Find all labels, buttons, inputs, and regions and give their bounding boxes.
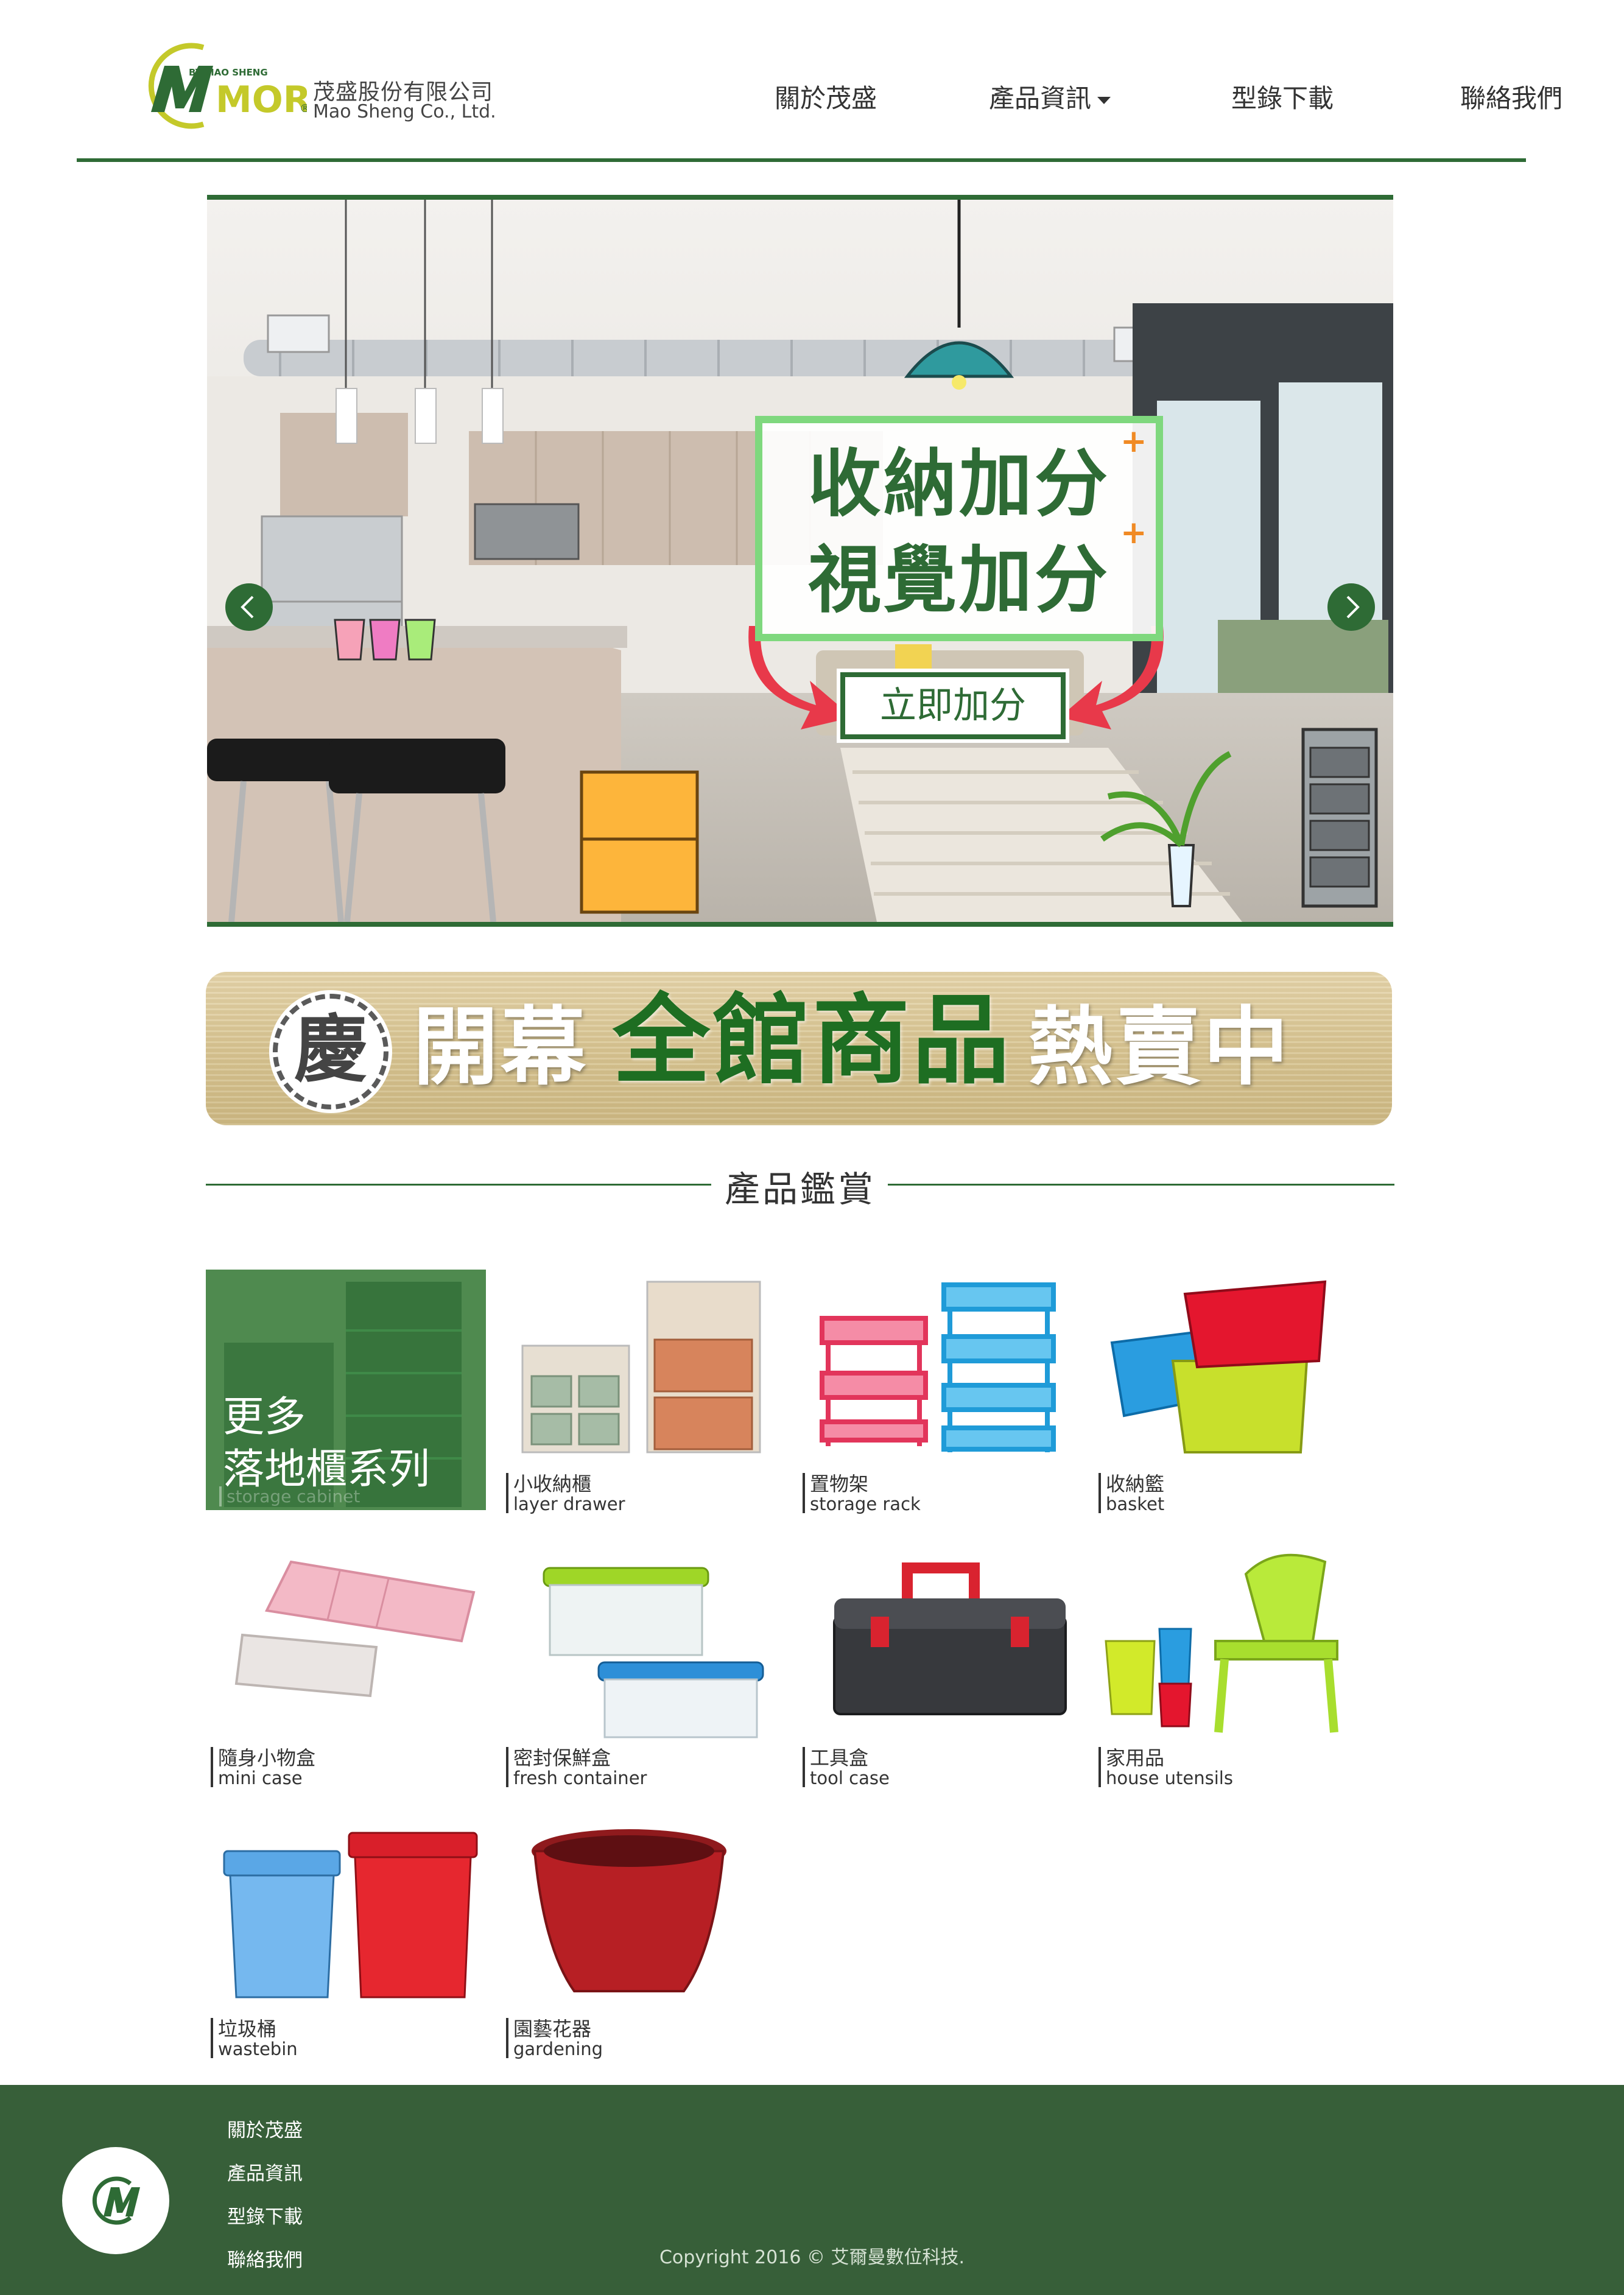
product-label: 密封保鮮盒 fresh container [506, 1747, 647, 1787]
product-mini-case[interactable]: 隨身小物盒 mini case [206, 1544, 486, 1787]
promo-banner[interactable]: 慶 開幕 全館商品 熱賣中 [206, 972, 1392, 1125]
house-utensils-image [1105, 1553, 1338, 1733]
plus-icon: + [1120, 423, 1147, 460]
nav-about[interactable]: 關於茂盛 [775, 78, 877, 115]
nav-contact[interactable]: 聯絡我們 [1460, 78, 1562, 115]
company-name-en: Mao Sheng Co., Ltd. [313, 101, 496, 122]
footer-link-catalog[interactable]: 型錄下載 [227, 2196, 303, 2239]
nav-products[interactable]: 產品資訊 [989, 78, 1111, 115]
product-name-cn: 置物架 [810, 1472, 869, 1495]
product-name-en: mini case [218, 1768, 303, 1788]
product-name-en: layer drawer [513, 1494, 625, 1514]
celebration-badge: 慶 [273, 994, 388, 1109]
logo-tag: BY MAO SHENG [189, 67, 268, 78]
mory-mark-icon [92, 2176, 140, 2225]
copyright-text: Copyright 2016 © 艾爾曼數位科技. [659, 2247, 965, 2268]
product-name-en: tool case [810, 1768, 890, 1788]
product-label: 隨身小物盒 mini case [211, 1747, 315, 1787]
hero-line-1: 收納加分 [808, 442, 1110, 527]
svg-text:®: ® [300, 102, 307, 115]
mory-logo-icon: MORY BY MAO SHENG ® [148, 43, 307, 129]
storage-rack-image [820, 1282, 1056, 1452]
product-name-cn: 家用品 [1106, 1746, 1165, 1770]
hero-slider: 收納加分 視覺加分 + + 立即加分 [207, 195, 1393, 927]
product-label: 工具盒 tool case [803, 1747, 890, 1787]
product-tool-case[interactable]: 工具盒 tool case [798, 1544, 1078, 1787]
slider-next-button[interactable] [1327, 583, 1375, 631]
product-label: 置物架 storage rack [803, 1473, 921, 1513]
product-name-en: gardening [513, 2039, 603, 2059]
featured-line-1: 更多 [223, 1393, 306, 1441]
cta-button[interactable]: 立即加分 [840, 672, 1066, 739]
product-name-en: storage rack [810, 1494, 921, 1514]
product-label: 家用品 house utensils [1098, 1747, 1233, 1787]
chevron-right-icon [1346, 596, 1360, 619]
section-title: 產品鑑賞 [712, 1169, 888, 1210]
mini-case-image [234, 1560, 476, 1698]
product-grid: 更多 落地櫃系列 storage cabinet 小收納櫃 layer draw… [206, 1270, 1394, 2061]
product-storage-rack[interactable]: 置物架 storage rack [798, 1270, 1078, 1513]
plus-icon: + [1120, 515, 1147, 551]
product-name-en: fresh container [513, 1768, 647, 1788]
product-name-cn: 垃圾桶 [218, 2017, 277, 2040]
product-label: 園藝花器 gardening [506, 2018, 603, 2058]
flower-pot-image [532, 1829, 726, 1992]
product-name-cn: 小收納櫃 [513, 1472, 592, 1495]
featured-faded-label: storage cabinet [219, 1486, 360, 1506]
featured-cabinet-card: 更多 落地櫃系列 storage cabinet [206, 1270, 486, 1510]
nav-products-label: 產品資訊 [989, 83, 1092, 113]
nav-catalog[interactable]: 型錄下載 [1231, 78, 1334, 115]
logo-word: MORY [216, 79, 307, 121]
hero-line-2: 視覺加分 [808, 538, 1110, 623]
footer-logo[interactable] [62, 2147, 169, 2254]
product-label: 收納籃 basket [1098, 1473, 1164, 1513]
product-layer-drawer[interactable]: 小收納櫃 layer drawer [501, 1270, 781, 1513]
product-name-cn: 隨身小物盒 [218, 1746, 316, 1770]
product-label: 垃圾桶 wastebin [211, 2018, 298, 2058]
product-name-en: basket [1106, 1494, 1165, 1514]
product-house-utensils[interactable]: 家用品 house utensils [1094, 1544, 1374, 1787]
product-name-cn: 工具盒 [810, 1746, 869, 1770]
section-header: 產品鑑賞 [206, 1157, 1394, 1212]
product-label: 小收納櫃 layer drawer [506, 1473, 625, 1513]
site-footer: 關於茂盛 產品資訊 型錄下載 聯絡我們 Copyright 2016 © 艾爾曼… [0, 2085, 1624, 2295]
product-basket[interactable]: 收納籃 basket [1094, 1270, 1374, 1513]
layer-drawer-image [521, 1281, 761, 1453]
product-name-en: house utensils [1106, 1768, 1233, 1788]
promo-text-open: 開幕 [413, 998, 589, 1097]
product-gardening[interactable]: 園藝花器 gardening [501, 1815, 781, 2058]
promo-text-hot-sale: 熱賣中 [1028, 998, 1292, 1097]
product-featured-cabinet[interactable]: 更多 落地櫃系列 storage cabinet [206, 1270, 486, 1513]
fresh-container-image [543, 1567, 764, 1738]
product-name-en: wastebin [218, 2039, 298, 2059]
site-header: MORY BY MAO SHENG ® 茂盛股份有限公司 Mao Sheng C… [77, 0, 1562, 162]
caret-down-icon [1097, 96, 1111, 104]
footer-link-about[interactable]: 關於茂盛 [227, 2109, 303, 2153]
slider-prev-button[interactable] [225, 583, 273, 631]
hero-headline-box: 收納加分 視覺加分 + + [755, 416, 1163, 641]
brand-logo[interactable]: MORY BY MAO SHENG ® 茂盛股份有限公司 Mao Sheng C… [130, 40, 508, 132]
wastebin-image [223, 1832, 478, 1998]
product-name-cn: 收納籃 [1106, 1472, 1165, 1495]
product-fresh-container[interactable]: 密封保鮮盒 fresh container [501, 1544, 781, 1787]
product-name-cn: 密封保鮮盒 [513, 1746, 611, 1770]
product-wastebin[interactable]: 垃圾桶 wastebin [206, 1815, 486, 2058]
promo-text-all-products: 全館商品 [613, 983, 1013, 1097]
product-name-cn: 園藝花器 [513, 2017, 592, 2040]
tool-case-image [833, 1562, 1067, 1715]
chevron-left-icon [241, 596, 254, 619]
footer-link-products[interactable]: 產品資訊 [227, 2153, 303, 2196]
main-nav: 關於茂盛 產品資訊 型錄下載 聯絡我們 [698, 78, 1562, 115]
basket-image [1110, 1280, 1327, 1453]
